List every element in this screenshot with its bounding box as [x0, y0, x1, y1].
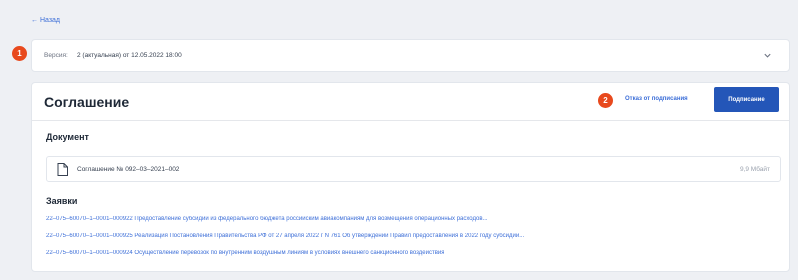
request-link[interactable]: 22–075–60070–1–0001–000924 Осуществление…	[46, 250, 444, 256]
step-badge-2: 2	[598, 93, 613, 108]
file-size: 9,9 Мбайт	[739, 166, 770, 173]
chevron-down-icon[interactable]	[763, 51, 772, 60]
sign-button[interactable]: Подписание	[714, 87, 779, 112]
back-link-label[interactable]: ← Назад	[31, 17, 60, 24]
request-link[interactable]: 22–075–60070–1–0001–000925 Реализация По…	[46, 233, 524, 239]
back-link[interactable]: ← Назад	[31, 17, 60, 24]
request-link[interactable]: 22–075–60070–1–0001–000922 Предоставлени…	[46, 216, 488, 222]
version-select[interactable]: Версия: 2 (актуальная) от 12.05.2022 18:…	[31, 39, 790, 72]
version-label: Версия:	[44, 52, 68, 59]
document-file-row[interactable]: Соглашение № 092–03–2021–002 9,9 Мбайт	[46, 156, 781, 182]
document-section-title: Документ	[46, 132, 89, 142]
refuse-signing-link[interactable]: Отказ от подписания	[625, 96, 688, 102]
file-icon	[57, 163, 68, 176]
version-value: 2 (актуальная) от 12.05.2022 18:00	[77, 52, 182, 59]
step-badge-1: 1	[12, 46, 27, 61]
page-title: Соглашение	[44, 94, 130, 110]
file-name[interactable]: Соглашение № 092–03–2021–002	[77, 166, 179, 173]
agreement-header: Соглашение 2 Отказ от подписания Подписа…	[32, 83, 789, 121]
requests-section-title: Заявки	[46, 196, 78, 206]
agreement-card: Соглашение 2 Отказ от подписания Подписа…	[31, 82, 790, 272]
